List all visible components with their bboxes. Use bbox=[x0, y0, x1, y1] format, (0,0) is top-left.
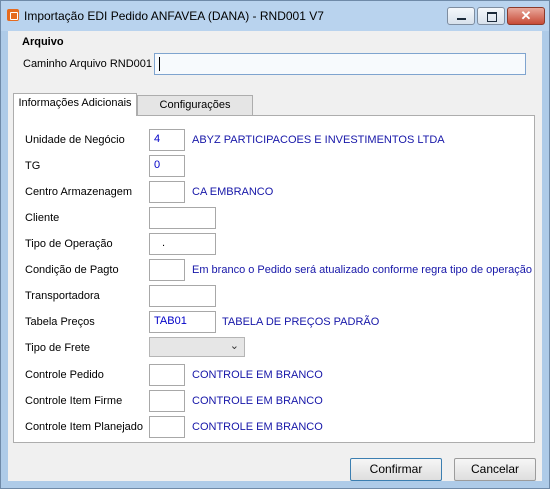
path-input[interactable] bbox=[154, 53, 526, 75]
maximize-button[interactable] bbox=[477, 7, 505, 25]
arquivo-section-title: Arquivo bbox=[22, 36, 64, 48]
controle-planejado-label: Controle Item Planejado bbox=[25, 421, 144, 433]
tab-panel-informacoes: Unidade de Negócio 4 ABYZ PARTICIPACOES … bbox=[13, 115, 535, 443]
text-caret bbox=[159, 57, 160, 71]
tg-field[interactable]: 0 bbox=[149, 155, 185, 177]
tipo-operacao-label: Tipo de Operação bbox=[25, 238, 113, 250]
minimize-icon bbox=[457, 18, 466, 20]
tab-informacoes-adicionais[interactable]: Informações Adicionais bbox=[13, 93, 137, 116]
close-icon: ✕ bbox=[520, 8, 532, 23]
condicao-description: Em branco o Pedido será atualizado confo… bbox=[192, 264, 532, 276]
controle-firme-field[interactable] bbox=[149, 390, 185, 412]
cancel-button[interactable]: Cancelar bbox=[454, 458, 536, 481]
unidade-field[interactable]: 4 bbox=[149, 129, 185, 151]
condicao-label: Condição de Pagto bbox=[25, 264, 119, 276]
centro-field[interactable] bbox=[149, 181, 185, 203]
maximize-icon bbox=[487, 12, 497, 22]
minimize-button[interactable] bbox=[447, 7, 475, 25]
dialog-window: Importação EDI Pedido ANFAVEA (DANA) - R… bbox=[0, 0, 550, 489]
controle-planejado-description: CONTROLE EM BRANCO bbox=[192, 421, 323, 433]
tabela-label: Tabela Preços bbox=[25, 316, 95, 328]
centro-description: CA EMBRANCO bbox=[192, 186, 274, 198]
window-title: Importação EDI Pedido ANFAVEA (DANA) - R… bbox=[24, 9, 324, 23]
unidade-description: ABYZ PARTICIPACOES E INVESTIMENTOS LTDA bbox=[192, 134, 445, 146]
tab-configuracoes[interactable]: Configurações bbox=[137, 95, 253, 116]
tabela-field[interactable]: TAB01 bbox=[149, 311, 216, 333]
chevron-down-icon: ⌄ bbox=[229, 340, 239, 352]
transportadora-field[interactable] bbox=[149, 285, 216, 307]
controle-pedido-field[interactable] bbox=[149, 364, 185, 386]
tipo-operacao-field[interactable]: . bbox=[149, 233, 216, 255]
centro-label: Centro Armazenagem bbox=[25, 186, 132, 198]
dialog-body: Arquivo Caminho Arquivo RND001 Informaçõ… bbox=[8, 31, 542, 481]
controle-firme-description: CONTROLE EM BRANCO bbox=[192, 395, 323, 407]
transportadora-label: Transportadora bbox=[25, 290, 100, 302]
unidade-label: Unidade de Negócio bbox=[25, 134, 125, 146]
title-bar[interactable]: Importação EDI Pedido ANFAVEA (DANA) - R… bbox=[1, 1, 549, 31]
controle-firme-label: Controle Item Firme bbox=[25, 395, 123, 407]
close-button[interactable]: ✕ bbox=[507, 7, 545, 25]
frete-select[interactable]: ⌄ bbox=[149, 337, 245, 357]
tabela-description: TABELA DE PREÇOS PADRÃO bbox=[222, 316, 380, 328]
cliente-field[interactable] bbox=[149, 207, 216, 229]
frete-label: Tipo de Frete bbox=[25, 342, 91, 354]
confirm-button[interactable]: Confirmar bbox=[350, 458, 442, 481]
controle-planejado-field[interactable] bbox=[149, 416, 185, 438]
path-label: Caminho Arquivo RND001 bbox=[23, 58, 153, 70]
cliente-label: Cliente bbox=[25, 212, 60, 224]
tg-label: TG bbox=[25, 160, 41, 172]
controle-pedido-description: CONTROLE EM BRANCO bbox=[192, 369, 323, 381]
controle-pedido-label: Controle Pedido bbox=[25, 369, 104, 381]
condicao-field[interactable] bbox=[149, 259, 185, 281]
app-icon bbox=[7, 9, 19, 21]
